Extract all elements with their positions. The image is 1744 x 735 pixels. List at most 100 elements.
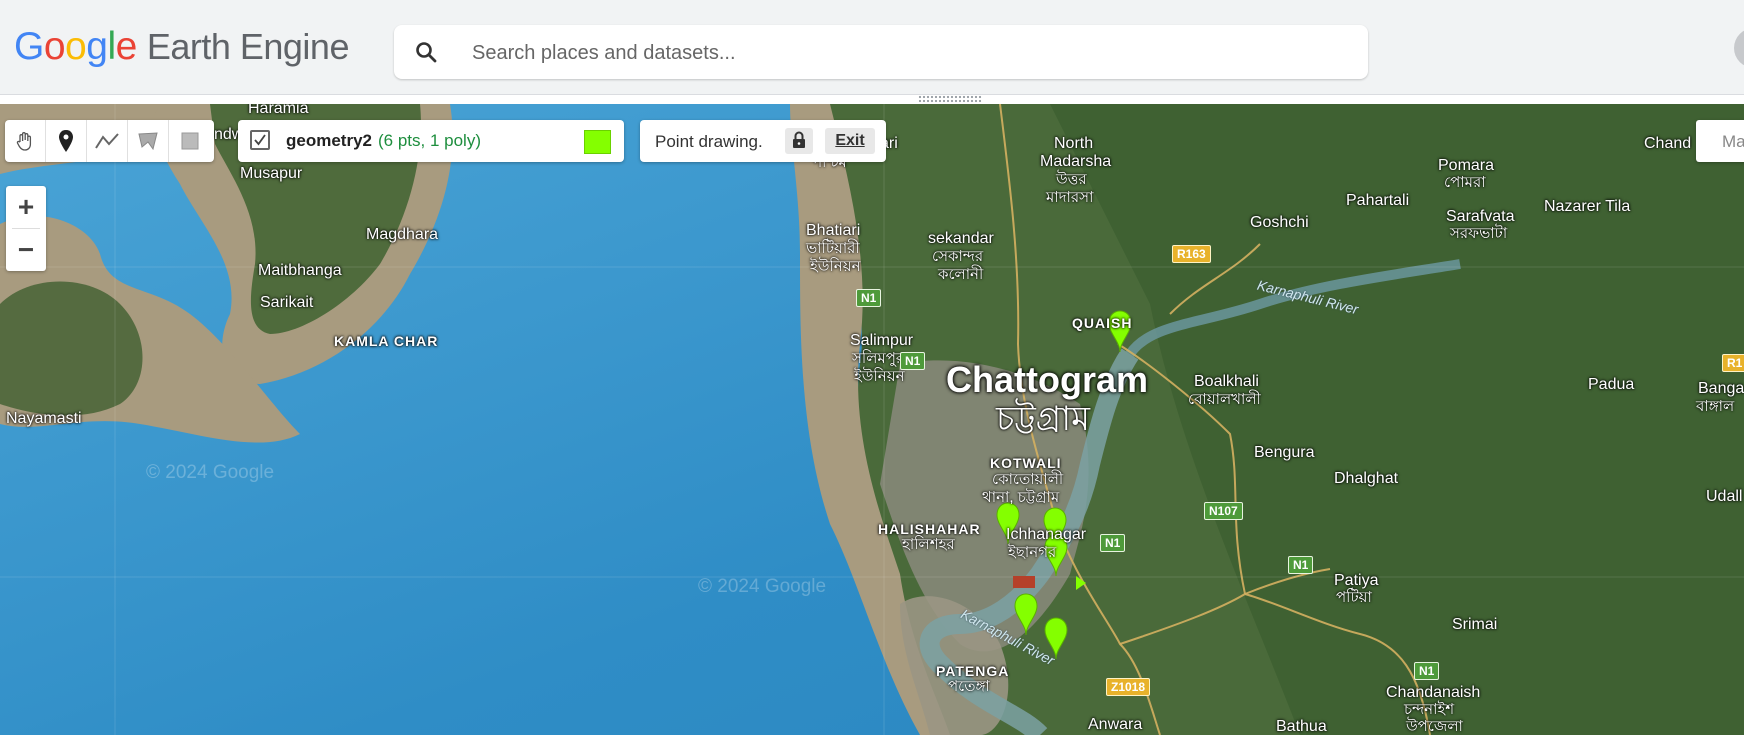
map-canvas[interactable]: Haramia ndw Musapur Magdhara Maitbhanga … [0, 104, 1744, 735]
logo-letter: o [43, 25, 66, 68]
place-label: ইছানগর [1008, 544, 1057, 561]
place-label: KAMLA CHAR [334, 333, 439, 349]
place-label: Bathua [1276, 718, 1327, 735]
place-label: Magdhara [366, 226, 439, 243]
drawn-polygon [1013, 576, 1035, 588]
place-label: Ichhanagar [1006, 526, 1087, 543]
place-label: ইউনিয়ন [854, 368, 905, 385]
place-label: Chand [1644, 135, 1692, 152]
account-avatar-icon[interactable] [1734, 28, 1744, 68]
place-label: সলিমপুর [852, 350, 905, 367]
search-icon [416, 42, 437, 63]
layer-color-swatch[interactable] [584, 130, 611, 154]
road-shield: R163 [1172, 245, 1211, 263]
place-label: Maitbhanga [258, 262, 342, 279]
lock-button[interactable] [785, 128, 813, 154]
map-watermark: © 2024 Google [698, 576, 827, 597]
place-label: Boalkhali [1194, 373, 1259, 390]
map-type-label: Ma [1722, 132, 1744, 151]
place-label: Udall [1706, 488, 1743, 505]
road-shield: N1 [900, 352, 926, 370]
road-shield: N1 [856, 289, 882, 307]
place-label: North [1054, 135, 1094, 152]
drawing-toolbar [5, 120, 214, 162]
place-label: Padua [1588, 376, 1635, 393]
app-header: Google Earth Engine [0, 0, 1744, 95]
pan-hand-icon[interactable] [5, 120, 46, 162]
road-shield: N107 [1204, 502, 1243, 520]
drawing-mode-panel: Point drawing. Exit [640, 120, 886, 162]
earth-engine-logo[interactable]: Google Earth Engine [14, 24, 349, 70]
city-label: Chattogram [946, 359, 1149, 400]
zoom-control: + − [6, 186, 46, 271]
place-label: পটিয়া [1336, 589, 1372, 606]
polygon-icon[interactable] [128, 120, 169, 162]
place-label: Chandanaish [1386, 684, 1481, 701]
road-shield: R1 [1722, 354, 1744, 372]
place-label: সেকান্দর [932, 248, 984, 265]
place-label: কোতোয়ালী [992, 471, 1064, 488]
road-shield: N1 [1288, 556, 1314, 574]
place-label: KOTWALI [990, 455, 1062, 471]
map-watermark: © 2024 Google [146, 462, 275, 483]
place-label: থানা, চট্টগ্রাম [982, 489, 1060, 506]
place-label: উত্তর [1056, 171, 1087, 188]
geometry-layer-entry[interactable]: geometry2 (6 pts, 1 poly) [238, 120, 624, 162]
place-label: Bhatiari [806, 222, 861, 239]
marker-icon[interactable] [46, 120, 87, 162]
place-label: Anwara [1088, 716, 1143, 733]
rectangle-icon[interactable] [169, 120, 210, 162]
place-label: QUAISH [1072, 315, 1133, 331]
logo-product-name: Earth Engine [146, 26, 350, 67]
logo-letter: o [65, 25, 87, 68]
place-label: Patiya [1334, 572, 1379, 589]
place-label: ইউনিয়ন [810, 258, 861, 275]
place-label: চন্দনাইশ [1404, 701, 1455, 718]
place-label: Srimai [1452, 616, 1498, 633]
place-label: পতেঙ্গা [948, 678, 990, 695]
zoom-out-button[interactable]: − [6, 229, 46, 271]
place-label: Dhalghat [1334, 470, 1399, 487]
place-label: Sarikait [260, 294, 314, 311]
place-label: Bengura [1254, 444, 1315, 461]
logo-letter: e [115, 25, 138, 68]
map-type-button[interactable]: Ma [1696, 120, 1744, 162]
zoom-in-button[interactable]: + [6, 186, 46, 228]
place-label: Nayamasti [6, 410, 82, 427]
place-label: বোয়ালখালী [1188, 391, 1261, 408]
place-label: sekandar [928, 230, 994, 247]
place-label: Nazarer Tila [1544, 198, 1631, 215]
place-label: Goshchi [1250, 214, 1309, 231]
search-input[interactable] [470, 35, 1334, 71]
panel-resize-handle[interactable] [918, 95, 982, 103]
place-label: Banga [1698, 380, 1744, 397]
line-icon[interactable] [87, 120, 128, 162]
place-label: Salimpur [850, 332, 914, 349]
layer-feature-count: (6 pts, 1 poly) [378, 131, 481, 150]
place-label: হালিশহর [902, 536, 955, 553]
layer-name[interactable]: geometry2 [286, 131, 372, 151]
place-label: উপজেলা [1406, 718, 1463, 735]
place-label: বাঙ্গাল [1696, 398, 1735, 415]
logo-letter: G [14, 25, 44, 68]
lock-icon [793, 131, 805, 148]
place-label: Madarsha [1040, 153, 1112, 170]
exit-drawing-button[interactable]: Exit [825, 128, 875, 154]
road-shield: N1 [1100, 534, 1126, 552]
place-label: Haramia [248, 104, 309, 117]
place-label: কলোনী [938, 266, 984, 283]
place-label: সরফভাটা [1450, 225, 1508, 242]
place-label: পোমরা [1444, 174, 1486, 191]
place-label: Pahartali [1346, 192, 1410, 209]
logo-letter: g [86, 25, 108, 68]
layer-visibility-checkbox[interactable] [250, 130, 270, 150]
place-label: Pomara [1438, 157, 1495, 174]
checkmark-icon [254, 134, 266, 146]
place-label: মাদারসা [1046, 189, 1094, 206]
city-label: চট্টগ্রাম [996, 400, 1090, 438]
satellite-imagery [0, 104, 1744, 735]
place-label: Sarafvata [1446, 208, 1515, 225]
road-shield: Z1018 [1106, 678, 1151, 696]
logo-letter: l [107, 25, 116, 68]
search-bar[interactable] [394, 25, 1368, 79]
